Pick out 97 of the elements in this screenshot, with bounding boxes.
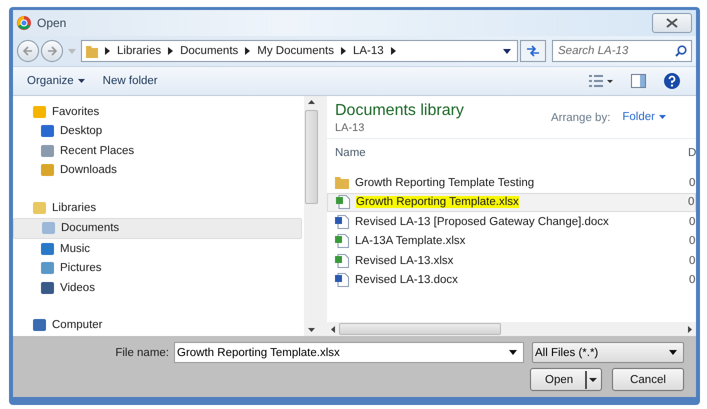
file-name-label: File name: (115, 346, 169, 358)
app-icon (17, 16, 31, 30)
back-arrow-icon (23, 46, 33, 56)
nav-item[interactable]: Desktop (13, 122, 304, 141)
scroll-thumb[interactable] (339, 323, 501, 335)
nav-item[interactable]: Music (13, 239, 304, 258)
file-cell: 0 (688, 196, 695, 208)
nav-icon (42, 222, 55, 234)
nav-icon (33, 319, 46, 332)
nav-icon (41, 282, 54, 294)
chevron-icon (245, 47, 250, 55)
search-icon (675, 45, 687, 57)
forward-button[interactable] (41, 40, 63, 62)
nav-group[interactable]: Favorites (13, 102, 304, 122)
breadcrumb[interactable]: My Documents (257, 45, 334, 57)
nav-icon (41, 144, 54, 157)
folder-icon (335, 176, 349, 190)
file-name: Revised LA-13.docx (355, 274, 458, 286)
caret-icon (669, 350, 677, 355)
address-bar[interactable]: Libraries Documents My Documents LA-13 (81, 40, 518, 62)
file-name: Revised LA-13 [Proposed Gateway Change].docx (355, 216, 609, 228)
document-icon (335, 214, 349, 229)
scroll-thumb[interactable] (305, 110, 318, 204)
chevron-icon (390, 47, 396, 55)
file-row[interactable]: Revised LA-13.docx 0 (327, 270, 696, 290)
document-icon (335, 273, 349, 288)
column-header[interactable]: Name (335, 147, 688, 159)
breadcrumb[interactable]: Documents (180, 45, 238, 57)
split-caret-icon[interactable] (585, 368, 600, 390)
file-row[interactable]: Growth Reporting Template Testing 0 (327, 173, 696, 192)
nav-icon (33, 202, 46, 214)
folder-icon (86, 44, 98, 58)
column-header[interactable]: D (688, 147, 696, 159)
caret-icon (659, 115, 666, 119)
chevron-icon (340, 47, 346, 55)
scroll-left-icon[interactable] (331, 326, 335, 332)
caret-icon (78, 79, 85, 83)
help-icon[interactable] (664, 73, 680, 89)
nav-item[interactable]: Pictures (13, 258, 304, 278)
file-cell: 0 (689, 254, 696, 267)
nav-icon (41, 262, 54, 274)
breadcrumb[interactable]: Libraries (117, 45, 162, 57)
dialog-button[interactable]: Cancel (612, 368, 684, 391)
scroll-right-icon[interactable] (688, 326, 692, 332)
nav-item[interactable]: Recent Places (13, 141, 304, 160)
library-title: Documents library (335, 102, 464, 120)
nav-icon (41, 242, 54, 255)
new-folder-button[interactable]: New folder (102, 73, 158, 89)
document-icon (335, 254, 349, 268)
file-name: LA-13A Template.xlsx (355, 235, 466, 248)
nav-icon (41, 164, 54, 176)
scrollbar[interactable] (327, 322, 696, 336)
nav-group[interactable]: Computer (13, 316, 304, 335)
dropdown-icon (509, 350, 517, 355)
nav-icon (33, 106, 46, 118)
file-cell: 0 (689, 235, 696, 248)
file-cell: 0 (689, 216, 696, 228)
search-field[interactable]: Search LA-13 (552, 40, 692, 62)
refresh-arrows-icon (526, 45, 540, 57)
file-cell: 0 (689, 176, 696, 189)
document-icon (336, 195, 350, 210)
close-button[interactable] (652, 13, 692, 33)
refresh-button[interactable] (520, 40, 546, 62)
file-name: Growth Reporting Template.xlsx (356, 196, 519, 208)
view-options-icon[interactable] (589, 75, 613, 87)
close-icon (666, 18, 678, 28)
preview-pane-icon[interactable] (631, 74, 646, 88)
document-icon (335, 234, 349, 248)
nav-group[interactable]: Libraries (13, 198, 304, 218)
nav-item[interactable]: Downloads (13, 160, 304, 180)
nav-item[interactable]: Videos (13, 278, 304, 298)
file-row[interactable]: Growth Reporting Template.xlsx 0 (327, 192, 696, 212)
back-button[interactable] (17, 40, 39, 62)
file-name: Revised LA-13.xlsx (355, 254, 454, 267)
library-subtitle: LA-13 (335, 122, 366, 134)
file-name-field[interactable]: Growth Reporting Template.xlsx (174, 342, 524, 363)
file-type-dropdown[interactable]: All Files (*.*) (532, 342, 684, 363)
scroll-up-icon[interactable] (308, 100, 315, 104)
file-row[interactable]: Revised LA-13 [Proposed Gateway Change].docx 0 (327, 212, 696, 232)
nav-icon (41, 125, 54, 138)
organize-menu-button[interactable]: Organize (27, 73, 85, 89)
file-row[interactable]: LA-13A Template.xlsx 0 (327, 232, 696, 251)
breadcrumb[interactable]: LA-13 (352, 45, 384, 57)
file-cell: 0 (689, 274, 696, 286)
dropdown-icon[interactable] (503, 48, 511, 54)
file-row[interactable]: Revised LA-13.xlsx 0 (327, 251, 696, 270)
window-title: Open (37, 16, 66, 30)
file-name: Growth Reporting Template Testing (355, 176, 534, 189)
arrange-label: Arrange by: (550, 112, 610, 124)
chevron-icon (105, 47, 110, 55)
nav-item[interactable]: Documents (13, 218, 302, 239)
arrange-dropdown[interactable]: Folder (622, 111, 666, 123)
scrollbar[interactable] (304, 96, 319, 336)
forward-arrow-icon (47, 46, 57, 56)
scroll-down-icon[interactable] (308, 328, 315, 332)
chevron-icon (168, 47, 174, 55)
open-button[interactable]: Open (530, 368, 602, 391)
